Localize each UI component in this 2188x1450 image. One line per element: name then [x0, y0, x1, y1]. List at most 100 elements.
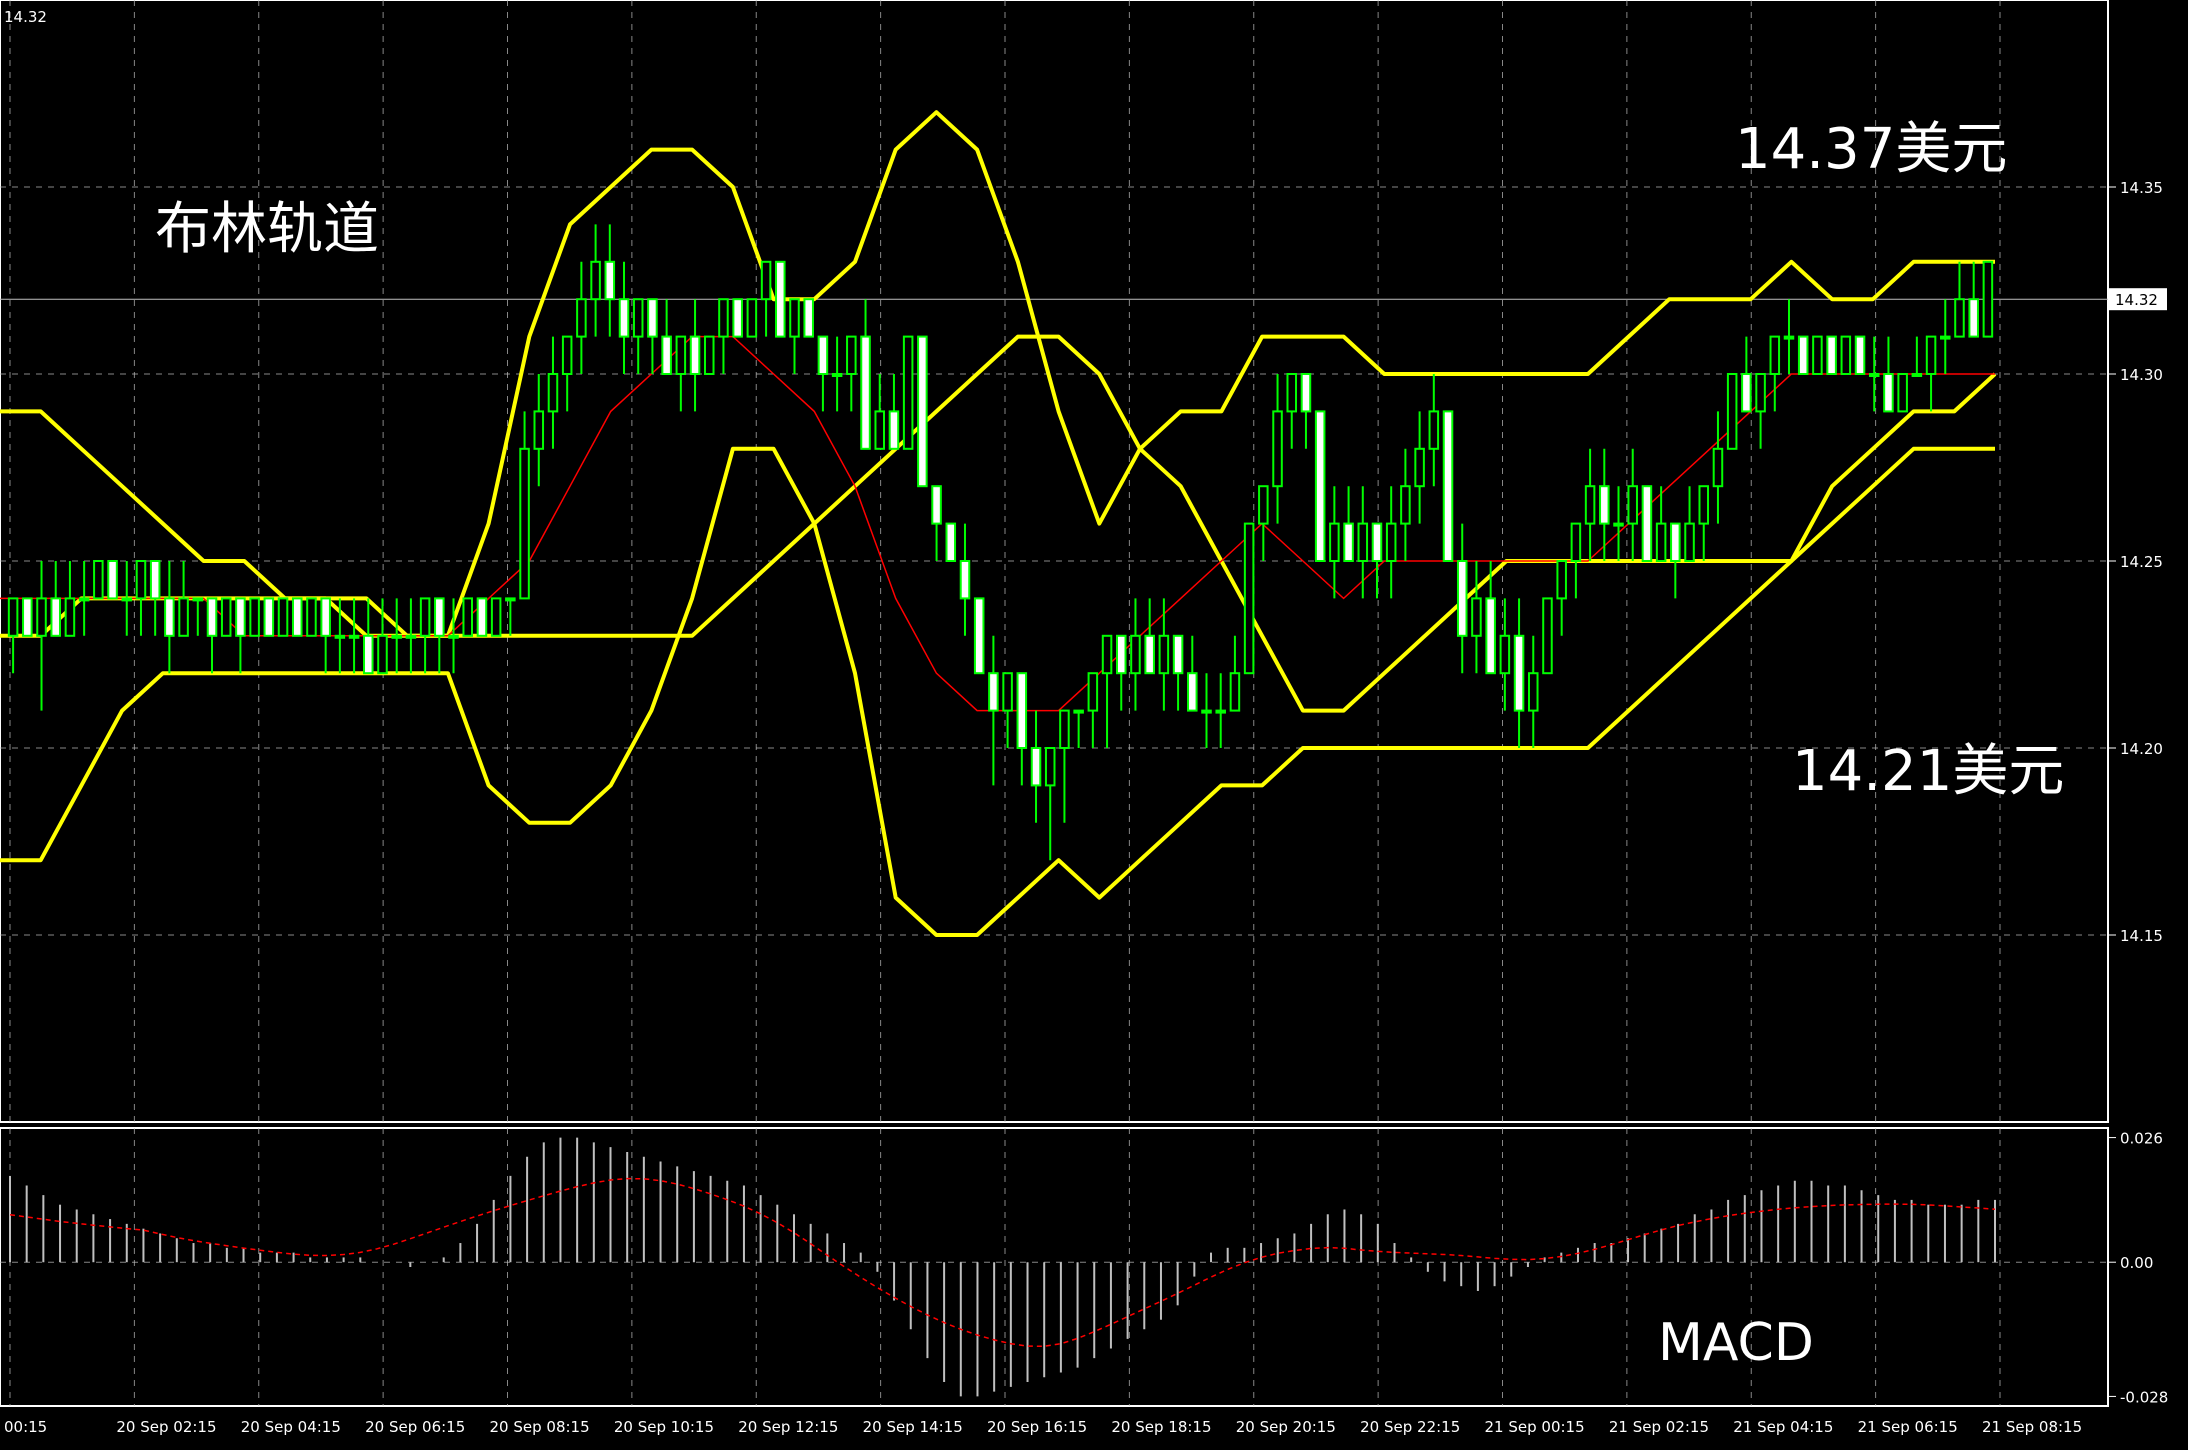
candle-body	[718, 298, 729, 338]
price-tick-label: 14.15	[2120, 927, 2163, 945]
candle-body	[1613, 522, 1624, 527]
candle-body	[1115, 634, 1127, 675]
candle-body	[1840, 335, 1852, 376]
candle-body	[249, 597, 260, 637]
candle-body	[78, 597, 90, 602]
candle-body	[1826, 335, 1837, 376]
candle-body	[135, 560, 147, 600]
price-tick-label: 14.30	[2120, 366, 2163, 384]
candle-body	[164, 597, 175, 637]
price-tick-label: 14.20	[2120, 740, 2163, 758]
candle-body	[1940, 335, 1951, 340]
candle-body	[1911, 373, 1923, 377]
candle-body	[93, 560, 104, 600]
candle-body	[661, 335, 672, 376]
time-tick-label: 21 Sep 00:15	[1485, 1418, 1585, 1436]
candle-body	[1812, 335, 1823, 376]
candle-body	[1968, 298, 1979, 338]
candle-body	[1329, 522, 1340, 562]
candle-body	[1542, 597, 1553, 675]
candle-body	[64, 597, 76, 637]
candle-body	[434, 597, 445, 637]
candle-body	[689, 335, 701, 376]
candle-body	[632, 298, 644, 338]
time-tick-label: 20 Sep 08:15	[490, 1418, 590, 1436]
candle-body	[1172, 634, 1184, 675]
candle-body	[334, 634, 346, 639]
candle-body	[1343, 522, 1354, 562]
candle-body	[1144, 634, 1155, 675]
candle-body	[831, 373, 843, 377]
candle-body	[1258, 485, 1269, 525]
time-tick-label: 20 Sep 18:15	[1111, 1418, 1211, 1436]
candle-body	[1868, 373, 1880, 377]
candle-body	[1314, 410, 1326, 562]
candle-body	[1385, 522, 1397, 562]
candle-body	[959, 560, 971, 600]
candle-body	[931, 485, 942, 525]
candle-body	[1101, 634, 1113, 675]
candle-body	[746, 298, 758, 338]
candle-body	[1030, 747, 1042, 787]
candle-body	[1670, 522, 1681, 562]
candle-body	[1897, 373, 1908, 413]
candle-body	[1471, 597, 1482, 637]
time-tick-label: 21 Sep 08:15	[1982, 1418, 2082, 1436]
indicator-title: 布林轨道	[155, 197, 379, 262]
time-tick-label: 00:15	[4, 1418, 47, 1436]
candle-body	[1428, 410, 1440, 450]
candle-body	[192, 597, 204, 602]
candle-body	[1854, 335, 1866, 376]
candle-body	[1954, 298, 1965, 338]
candle-body	[1215, 709, 1226, 714]
candle-body	[476, 597, 488, 637]
time-tick-label: 20 Sep 20:15	[1236, 1418, 1336, 1436]
candle-body	[519, 447, 530, 600]
candle-body	[1698, 485, 1710, 525]
candle-body	[1684, 522, 1695, 562]
candle-body	[1016, 672, 1028, 750]
candle-body	[888, 410, 900, 450]
candle-body	[263, 597, 275, 637]
candle-body	[178, 597, 189, 637]
time-tick-label: 20 Sep 10:15	[614, 1418, 714, 1436]
candle-body	[775, 260, 786, 338]
candle-body	[703, 335, 715, 376]
candle-body	[1797, 335, 1809, 376]
candle-body	[1201, 709, 1212, 714]
time-tick-label: 21 Sep 02:15	[1609, 1418, 1709, 1436]
candle-body	[1442, 410, 1454, 562]
candle-body	[505, 597, 516, 602]
candle-body	[1400, 485, 1411, 525]
candle-body	[291, 597, 303, 637]
candle-body	[206, 597, 218, 637]
candle-body	[576, 298, 587, 338]
candle-body	[1187, 672, 1198, 712]
candle-body	[490, 597, 502, 637]
time-tick-label: 20 Sep 14:15	[863, 1418, 963, 1436]
candle-body	[363, 634, 374, 675]
candle-body	[1456, 560, 1468, 637]
candle-body	[1528, 672, 1539, 712]
candle-body	[1925, 335, 1937, 376]
candle-body	[1158, 634, 1170, 675]
candle-body	[377, 634, 388, 675]
candle-body	[1357, 522, 1369, 562]
candle-body	[917, 335, 928, 488]
candle-body	[547, 373, 559, 413]
candle-body	[462, 597, 473, 637]
candle-body	[1073, 709, 1084, 714]
time-tick-label: 21 Sep 04:15	[1733, 1418, 1833, 1436]
candle-body	[1272, 410, 1283, 488]
candle-body	[675, 335, 687, 376]
candle-body	[561, 335, 573, 376]
candle-body	[306, 597, 317, 637]
candle-body	[860, 335, 871, 450]
candle-body	[36, 597, 47, 637]
candle-body	[590, 260, 601, 301]
candle-body	[235, 597, 246, 637]
candle-body	[1044, 747, 1056, 787]
price-chart[interactable]: 00:15 20 Sep 02:15 20 Sep 04:15 20 Sep 06:1…	[0, 0, 2188, 1450]
time-tick-label: 20 Sep 06:15	[365, 1418, 465, 1436]
candle-body	[1584, 485, 1596, 525]
